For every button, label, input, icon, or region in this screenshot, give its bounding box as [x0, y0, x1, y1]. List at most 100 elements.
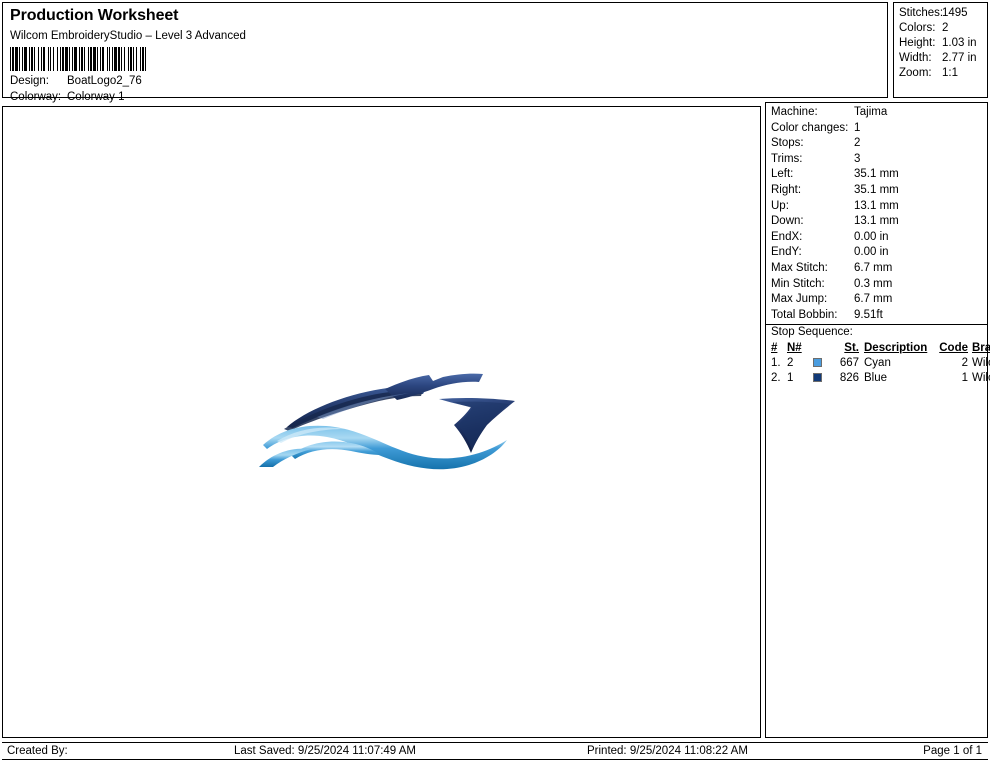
stop-sequence-heading: Stop Sequence: — [766, 324, 987, 341]
table-header-row: # N# St. Description Code Brand — [766, 341, 990, 356]
info-row: Max Jump: 6.7 mm — [766, 292, 987, 308]
info-value: 2 — [854, 137, 861, 150]
info-row: Machine: Tajima — [766, 105, 987, 121]
info-row: Right: 35.1 mm — [766, 183, 987, 199]
info-label: Trims: — [771, 152, 803, 165]
colorway-value: Colorway 1 — [67, 91, 125, 103]
info-row: Down: 13.1 mm — [766, 214, 987, 230]
info-value: 0.00 in — [854, 230, 889, 243]
machine-info-panel: Machine: Tajima Color changes: 1 Stops: 2 Trim… — [765, 102, 990, 738]
table-row[interactable]: 1. 2 667 Cyan 2 Wilcom — [766, 356, 990, 371]
printed-label: Printed: 9/25/2024 11:08:22 AM — [587, 745, 748, 757]
info-row: Min Stitch: 0.3 mm — [766, 277, 987, 293]
cell-description: Cyan — [864, 356, 891, 369]
boat-logo-artwork — [257, 371, 527, 476]
stop-sequence-table: # N# St. Description Code Brand 1. 2 667 Cy… — [766, 341, 990, 386]
info-value: 6.7 mm — [854, 293, 893, 306]
cell-swatch — [813, 371, 829, 386]
design-label: Design: — [10, 75, 49, 87]
info-value: Tajima — [854, 106, 888, 118]
boat-logo-svg — [259, 373, 515, 470]
info-value: 0.00 in — [854, 246, 889, 259]
info-label: Up: — [771, 199, 789, 212]
info-value: 1 — [854, 121, 861, 134]
col-index: # — [771, 341, 778, 354]
info-label: EndX: — [771, 230, 803, 243]
cell-description: Blue — [864, 371, 888, 384]
cabin-shape — [385, 373, 483, 400]
col-code: Code — [939, 341, 968, 354]
cell-stitches: 667 — [839, 356, 859, 369]
stat-label: Height: — [899, 37, 936, 49]
page-footer: Created By: Last Saved: 9/25/2024 11:07:… — [2, 742, 988, 760]
stat-value: 2 — [942, 22, 949, 34]
stat-row: Zoom: 1:1 — [894, 66, 987, 81]
info-value: 35.1 mm — [854, 183, 899, 196]
stat-row: Colors: 2 — [894, 21, 987, 36]
cell-swatch — [813, 356, 829, 371]
cell-index: 1. — [771, 356, 781, 369]
info-row: Color changes: 1 — [766, 121, 987, 137]
info-label: Min Stitch: — [771, 277, 825, 290]
stat-value: 1.03 in — [942, 37, 977, 49]
col-needle: N# — [787, 341, 802, 354]
info-row: EndY: 0.00 in — [766, 245, 987, 261]
info-label: Max Stitch: — [771, 261, 828, 274]
colorway-label: Colorway: — [10, 91, 62, 103]
stop-sequence-body: 1. 2 667 Cyan 2 Wilcom 2. 1 826 Blue 1 Wilcom — [766, 356, 990, 386]
cell-index: 2. — [771, 371, 781, 384]
page-number-label: Page 1 of 1 — [923, 745, 982, 757]
product-subtitle: Wilcom EmbroideryStudio – Level 3 Advanc… — [10, 30, 246, 42]
stat-label: Width: — [899, 52, 932, 64]
stat-value: 1:1 — [942, 67, 958, 79]
info-row: Total Bobbin: 9.51ft — [766, 308, 987, 324]
last-saved-label: Last Saved: 9/25/2024 11:07:49 AM — [234, 745, 417, 757]
info-value: 13.1 mm — [854, 199, 899, 212]
stat-row: Height: 1.03 in — [894, 36, 987, 51]
info-row: Stops: 2 — [766, 136, 987, 152]
info-row: Up: 13.1 mm — [766, 199, 987, 215]
design-value: BoatLogo2_76 — [67, 75, 142, 87]
wave-tertiary — [259, 448, 311, 467]
stat-value: 2.77 in — [942, 52, 977, 64]
info-value: 13.1 mm — [854, 215, 899, 228]
created-by-label: Created By: — [7, 745, 68, 757]
stat-value: 1495 — [942, 7, 968, 19]
info-row: Left: 35.1 mm — [766, 167, 987, 183]
info-value: 9.51ft — [854, 308, 883, 321]
colorway-row: Colorway: Colorway 1 — [10, 91, 125, 103]
stat-label: Colors: — [899, 22, 936, 34]
info-row: Max Stitch: 6.7 mm — [766, 261, 987, 277]
info-value: 6.7 mm — [854, 261, 893, 274]
cell-stitches: 826 — [839, 371, 859, 384]
stat-row: Stitches: 1495 — [894, 6, 987, 21]
cell-code: 2 — [961, 356, 968, 369]
design-canvas[interactable] — [2, 106, 761, 738]
info-row: EndX: 0.00 in — [766, 230, 987, 246]
info-label: EndY: — [771, 246, 802, 259]
bow-highlight — [453, 401, 509, 450]
stat-label: Zoom: — [899, 67, 932, 79]
info-label: Stops: — [771, 137, 804, 150]
table-row[interactable]: 2. 1 826 Blue 1 Wilcom — [766, 371, 990, 386]
col-swatch — [813, 341, 829, 356]
stat-row: Width: 2.77 in — [894, 51, 987, 66]
info-value: 35.1 mm — [854, 168, 899, 181]
cell-brand: Wilcom — [972, 356, 990, 369]
info-label: Down: — [771, 215, 804, 228]
cell-brand: Wilcom — [972, 371, 990, 384]
design-stats-panel: Stitches: 1495 Colors: 2 Height: 1.03 in Width… — [893, 2, 988, 98]
barcode — [10, 47, 186, 71]
cell-needle: 1 — [787, 371, 794, 384]
col-description: Description — [864, 341, 928, 354]
col-brand: Brand — [972, 341, 990, 354]
info-label: Color changes: — [771, 121, 849, 134]
info-value: 3 — [854, 152, 861, 165]
machine-info-rows: Machine: Tajima Color changes: 1 Stops: 2 Trim… — [766, 105, 987, 323]
info-label: Left: — [771, 168, 794, 181]
info-label: Total Bobbin: — [771, 308, 838, 321]
page-title: Production Worksheet — [10, 7, 179, 24]
col-stitches: St. — [844, 341, 859, 354]
color-swatch — [813, 357, 822, 367]
design-row: Design: BoatLogo2_76 — [10, 75, 142, 87]
